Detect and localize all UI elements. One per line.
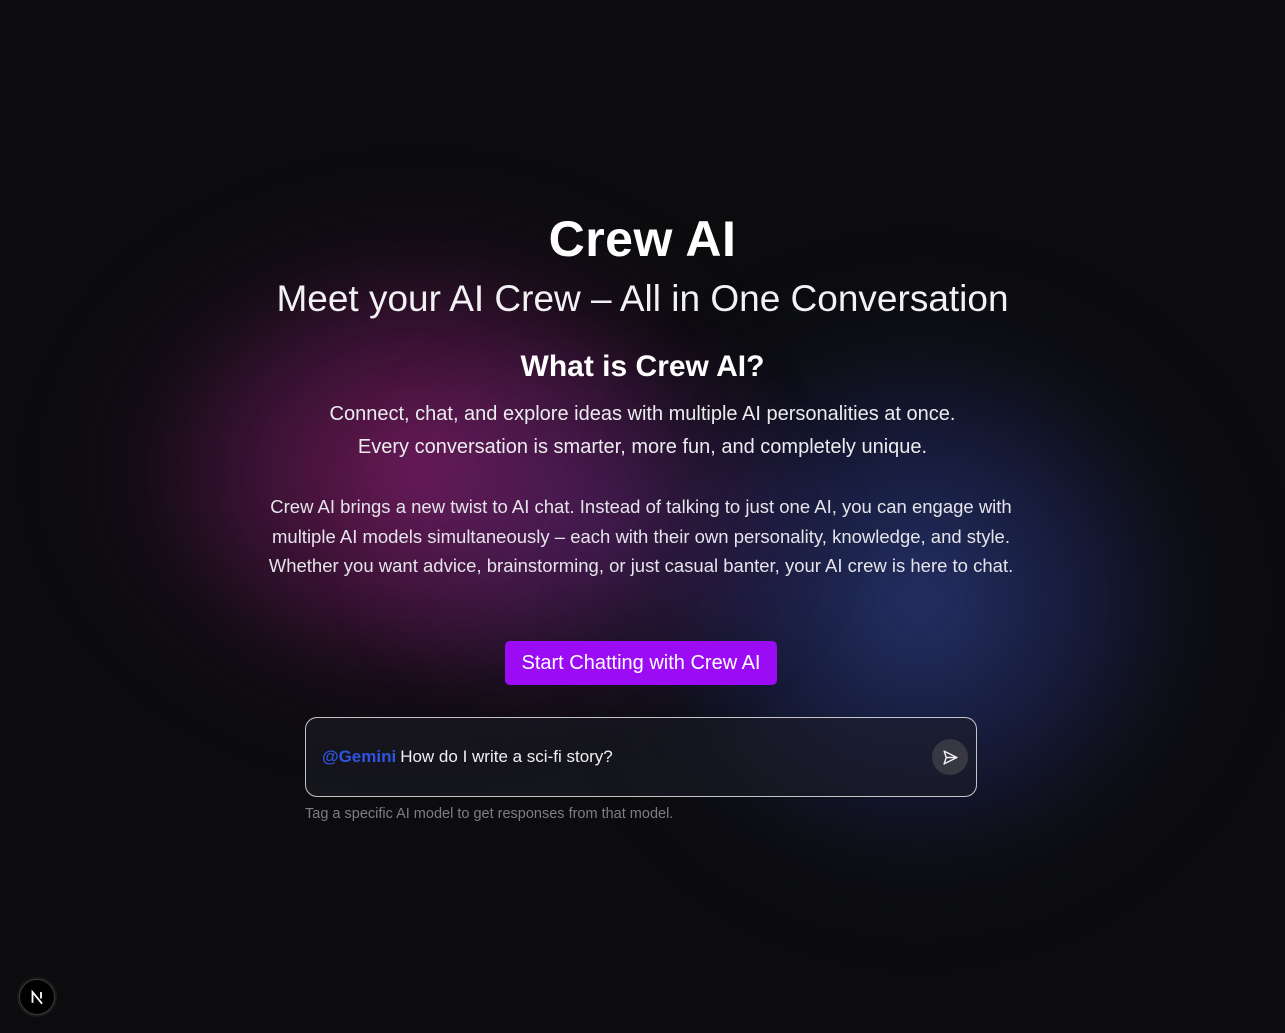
model-mention-tag: @Gemini <box>322 747 397 766</box>
chat-input[interactable]: @Gemini How do I write a sci-fi story? <box>322 747 932 767</box>
start-chatting-button[interactable]: Start Chatting with Crew AI <box>505 641 777 685</box>
about-tagline: Connect, chat, and explore ideas with mu… <box>0 398 1285 464</box>
nextjs-badge-button[interactable] <box>19 979 55 1015</box>
nextjs-logo-icon <box>27 987 47 1007</box>
tagline-line-2: Every conversation is smarter, more fun,… <box>357 436 928 458</box>
chat-input-box[interactable]: @Gemini How do I write a sci-fi story? <box>305 717 977 797</box>
chat-message-text: How do I write a sci-fi story? <box>400 747 613 766</box>
page-subtitle: Meet your AI Crew – All in One Conversat… <box>276 278 1009 319</box>
tagline-line-1: Connect, chat, and explore ideas with mu… <box>329 403 956 425</box>
about-heading: What is Crew AI? <box>520 350 765 383</box>
about-description: Crew AI brings a new twist to AI chat. I… <box>268 496 1014 576</box>
send-icon <box>942 749 959 766</box>
chat-hint-text: Tag a specific AI model to get responses… <box>305 806 674 822</box>
page-title: Crew AI <box>548 211 737 267</box>
send-button[interactable] <box>932 739 968 775</box>
landing-page: Crew AI Meet your AI Crew – All in One C… <box>0 0 1285 1033</box>
